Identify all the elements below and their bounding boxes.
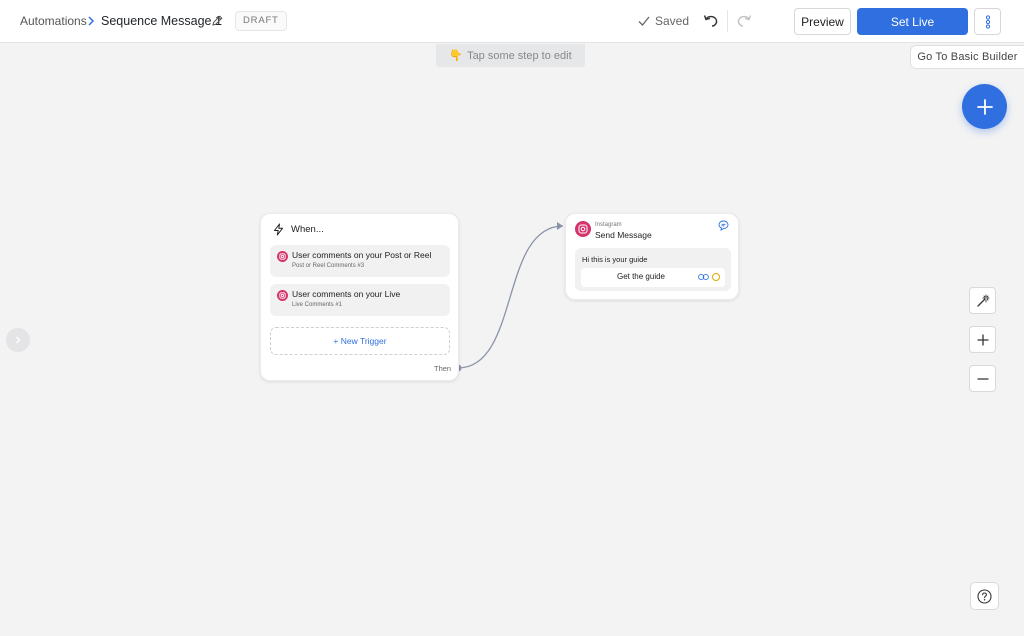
toolbar-divider	[727, 10, 728, 32]
preview-button[interactable]: Preview	[794, 8, 851, 35]
magic-wand-button[interactable]	[969, 287, 996, 314]
instagram-icon	[277, 290, 288, 301]
help-button[interactable]	[970, 582, 999, 610]
chevron-right-icon	[88, 16, 95, 26]
trigger-item-live[interactable]: User comments on your Live Live Comments…	[270, 284, 450, 316]
trigger-item-title: User comments on your Live	[292, 289, 401, 299]
trigger-header: When...	[272, 223, 324, 236]
undo-icon[interactable]	[702, 12, 720, 30]
message-button-label: Get the guide	[616, 272, 666, 281]
status-dot	[712, 273, 720, 281]
saved-status: Saved	[637, 13, 689, 29]
flow-connector	[454, 222, 564, 372]
canvas-hint: 👇 Tap some step to edit	[436, 44, 585, 67]
add-step-button[interactable]	[962, 84, 1007, 129]
chat-bubble-icon	[718, 220, 729, 231]
more-vertical-icon	[985, 14, 990, 29]
trigger-item-title: User comments on your Post or Reel	[292, 250, 432, 260]
basic-builder-tooltip[interactable]: Go To Basic Builder	[910, 45, 1024, 69]
chevron-right-icon	[16, 336, 21, 344]
trigger-card[interactable]: When... User comments on your Post or Re…	[260, 213, 459, 381]
zoom-out-button[interactable]	[969, 365, 996, 392]
set-live-button[interactable]: Set Live	[857, 8, 968, 35]
zoom-in-button[interactable]	[969, 326, 996, 353]
redo-icon[interactable]	[735, 12, 753, 30]
message-button[interactable]: Get the guide	[581, 268, 725, 287]
check-icon	[638, 16, 650, 26]
new-trigger-button[interactable]: + New Trigger	[270, 327, 450, 355]
page-title[interactable]: Sequence Message 1	[101, 14, 222, 28]
pointing-down-icon: 👇	[449, 50, 464, 62]
lightning-icon	[274, 223, 283, 236]
action-platform: Instagram	[595, 222, 622, 228]
instagram-icon	[277, 251, 288, 262]
help-icon	[977, 588, 992, 604]
message-text: Hi this is your guide	[582, 255, 648, 264]
breadcrumb-automations[interactable]: Automations	[20, 14, 87, 28]
message-body: Hi this is your guide Get the guide	[575, 248, 731, 291]
pencil-icon[interactable]	[211, 14, 224, 27]
send-message-card[interactable]: Instagram Send Message Hi this is your g…	[565, 213, 739, 300]
minus-icon	[976, 377, 989, 380]
then-label: Then	[434, 364, 452, 373]
action-title: Send Message	[595, 230, 652, 240]
plus-icon	[976, 333, 989, 346]
trigger-header-label: When...	[291, 224, 324, 235]
trigger-item-post-reel[interactable]: User comments on your Post or Reel Post …	[270, 245, 450, 277]
status-badge: DRAFT	[235, 11, 287, 31]
saved-label: Saved	[655, 14, 690, 28]
more-options-button[interactable]	[974, 8, 1001, 35]
magic-wand-icon	[976, 294, 989, 307]
canvas-hint-text: Tap some step to edit	[467, 49, 572, 62]
top-bar: Automations Sequence Message 1 DRAFT Sav…	[0, 0, 1024, 43]
instagram-icon	[575, 221, 591, 237]
trigger-item-subtitle: Live Comments #1	[292, 302, 343, 308]
plus-icon	[976, 98, 993, 115]
side-panel-toggle[interactable]	[6, 328, 30, 352]
trigger-item-subtitle: Post or Reel Comments #3	[292, 263, 365, 269]
link-icon	[698, 274, 709, 280]
